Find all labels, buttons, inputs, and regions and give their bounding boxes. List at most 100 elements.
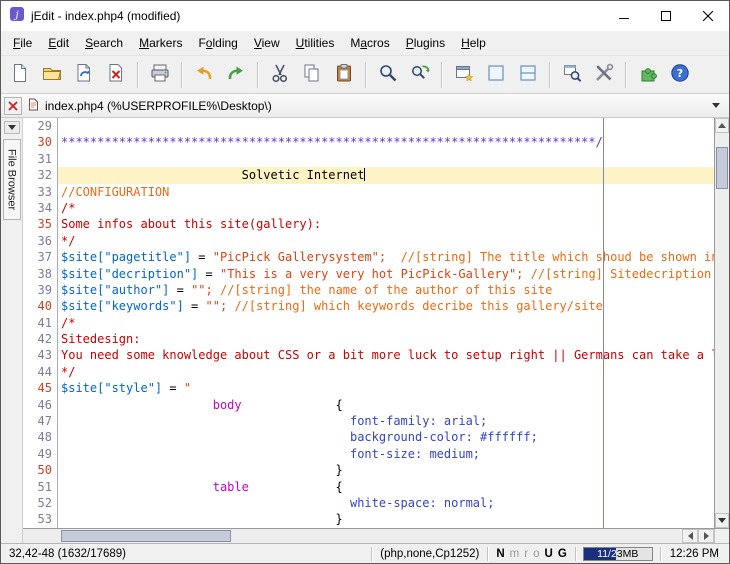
jedit-app-icon[interactable]: j xyxy=(9,6,25,27)
unsplit-button[interactable] xyxy=(480,59,512,91)
code-line-text[interactable]: font-size: medium; xyxy=(58,446,714,462)
line-number[interactable]: 32 xyxy=(23,167,58,184)
code-line-text[interactable]: $site["keywords"] = ""; //[string] which… xyxy=(58,298,714,314)
menu-file[interactable]: File xyxy=(5,33,40,53)
memory-gauge[interactable]: 11/23MB 11/23MB xyxy=(582,546,653,561)
split-horizontally-button[interactable] xyxy=(512,59,544,91)
line-number[interactable]: 50 xyxy=(23,462,58,479)
scroll-left-button[interactable] xyxy=(682,529,698,543)
status-indicator-r[interactable]: r xyxy=(524,548,528,560)
code-line-text[interactable]: Solvetic Internet xyxy=(58,167,714,184)
buffer-mode[interactable]: (php,none,Cp1252) xyxy=(375,548,484,560)
search-replace-button[interactable] xyxy=(404,59,436,91)
new-view-button[interactable] xyxy=(448,59,480,91)
line-number[interactable]: 37 xyxy=(23,249,58,266)
menu-utilities[interactable]: Utilities xyxy=(288,33,343,53)
help-button[interactable]: ? xyxy=(664,59,696,91)
line-number[interactable]: 51 xyxy=(23,478,58,495)
line-number[interactable]: 39 xyxy=(23,281,58,299)
status-indicator-o[interactable]: o xyxy=(533,548,539,560)
code-line-text[interactable]: body { xyxy=(58,397,714,413)
code-line-text[interactable]: table { xyxy=(58,479,714,495)
open-file-button[interactable] xyxy=(36,59,68,91)
horizontal-scrollbar[interactable] xyxy=(23,528,729,543)
code-line-text[interactable]: $site["style"] = " xyxy=(58,380,714,396)
line-number[interactable]: 36 xyxy=(23,232,58,250)
code-line-text[interactable] xyxy=(58,151,714,167)
scroll-down-button[interactable] xyxy=(715,513,729,528)
code-line-text[interactable]: */ xyxy=(58,233,714,249)
code-line-text[interactable]: white-space: normal; xyxy=(58,495,714,511)
print-button[interactable] xyxy=(144,59,176,91)
line-number[interactable]: 47 xyxy=(23,413,58,430)
code-line-text[interactable]: } xyxy=(58,462,714,478)
buffer-list-dropdown[interactable] xyxy=(706,97,726,115)
code-line-text[interactable]: Some infos about this site(gallery): xyxy=(58,216,714,232)
status-indicator-u[interactable]: U xyxy=(545,548,553,560)
menu-markers[interactable]: Markers xyxy=(131,33,190,53)
line-number[interactable]: 44 xyxy=(23,363,58,381)
close-buffer-button[interactable] xyxy=(100,59,132,91)
line-number[interactable]: 49 xyxy=(23,445,58,463)
cut-button[interactable] xyxy=(264,59,296,91)
vertical-scrollbar[interactable] xyxy=(714,118,729,528)
code-line-text[interactable]: Sitedesign: xyxy=(58,331,714,347)
code-line-text[interactable]: ****************************************… xyxy=(58,134,714,150)
code-line-text[interactable]: $site["pagetitle"] = "PicPick Gallerysys… xyxy=(58,249,714,265)
code-line-text[interactable]: */ xyxy=(58,364,714,380)
status-indicator-m[interactable]: m xyxy=(510,548,520,560)
menu-search[interactable]: Search xyxy=(77,33,131,53)
save-file-button[interactable] xyxy=(68,59,100,91)
buffer-label[interactable]: index.php4 (%USERPROFILE%\Desktop\) xyxy=(45,99,272,113)
plugin-manager-button[interactable] xyxy=(632,59,664,91)
line-number[interactable]: 48 xyxy=(23,429,58,446)
menu-edit[interactable]: Edit xyxy=(40,33,77,53)
menu-plugins[interactable]: Plugins xyxy=(398,33,453,53)
code-line-text[interactable]: /* xyxy=(58,315,714,331)
code-line-text[interactable]: $site["author"] = ""; //[string] the nam… xyxy=(58,282,714,298)
close-button[interactable] xyxy=(687,1,729,31)
vertical-scroll-track[interactable] xyxy=(715,133,729,513)
paste-button[interactable] xyxy=(328,59,360,91)
menu-macros[interactable]: Macros xyxy=(342,33,397,53)
menu-folding[interactable]: Folding xyxy=(190,33,245,53)
scroll-right-button[interactable] xyxy=(698,529,714,543)
maximize-button[interactable] xyxy=(645,1,687,31)
status-indicator-g[interactable]: G xyxy=(558,548,567,560)
file-browser-dock-button[interactable]: File Browser xyxy=(2,139,21,221)
line-number[interactable]: 46 xyxy=(23,396,58,414)
search-in-directory-button[interactable] xyxy=(556,59,588,91)
menu-view[interactable]: View xyxy=(246,33,288,53)
line-number[interactable]: 42 xyxy=(23,331,58,348)
redo-button[interactable] xyxy=(220,59,252,91)
line-number[interactable]: 30 xyxy=(23,134,58,151)
undo-button[interactable] xyxy=(188,59,220,91)
status-indicator-n[interactable]: N xyxy=(496,548,504,560)
code-line-text[interactable]: //CONFIGURATION xyxy=(58,184,714,200)
vertical-scroll-thumb[interactable] xyxy=(716,147,728,189)
line-number[interactable]: 33 xyxy=(23,183,58,200)
line-number[interactable]: 38 xyxy=(23,265,58,282)
code-line-text[interactable] xyxy=(58,118,714,134)
line-number[interactable]: 53 xyxy=(23,511,58,528)
code-line-text[interactable]: /* xyxy=(58,200,714,216)
scroll-up-button[interactable] xyxy=(715,118,729,133)
line-number[interactable]: 45 xyxy=(23,380,58,397)
buffer-close-button[interactable] xyxy=(4,96,22,115)
line-number[interactable]: 35 xyxy=(23,216,58,233)
global-options-button[interactable] xyxy=(588,59,620,91)
copy-button[interactable] xyxy=(296,59,328,91)
code-line-text[interactable]: $site["decription"] = "This is a very ve… xyxy=(58,266,714,282)
line-number[interactable]: 52 xyxy=(23,494,58,512)
new-file-button[interactable] xyxy=(4,59,36,91)
line-number[interactable]: 34 xyxy=(23,199,58,217)
code-line-text[interactable]: You need some knowledge about CSS or a b… xyxy=(58,347,714,363)
line-number[interactable]: 43 xyxy=(23,347,58,364)
code-line-text[interactable]: background-color: #ffffff; xyxy=(58,429,714,445)
line-number[interactable]: 41 xyxy=(23,314,58,332)
find-button[interactable] xyxy=(372,59,404,91)
dock-popup-arrow[interactable] xyxy=(3,121,20,134)
horizontal-scroll-thumb[interactable] xyxy=(61,530,231,542)
menu-help[interactable]: Help xyxy=(453,33,494,53)
horizontal-scroll-track[interactable] xyxy=(23,529,682,543)
